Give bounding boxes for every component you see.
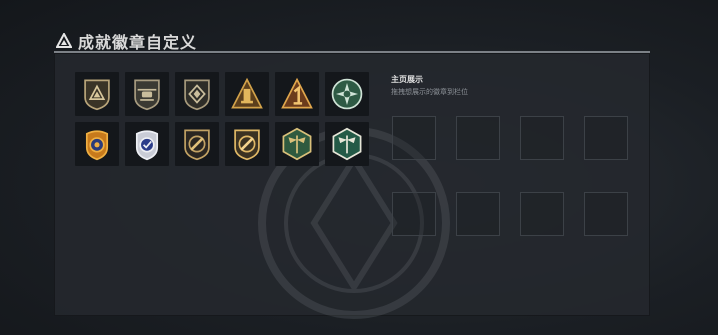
triangle-shield-badge-icon: [84, 79, 110, 111]
badge-slot[interactable]: [275, 122, 319, 166]
green-dragonfly-badge-icon: [282, 127, 312, 161]
gold-blade-shield-badge-icon: [234, 129, 260, 161]
display-slot[interactable]: [520, 116, 564, 160]
homepage-display-title: 主页展示: [391, 75, 423, 84]
badge-slot[interactable]: [175, 72, 219, 116]
badge-slot[interactable]: [125, 122, 169, 166]
badge-slot[interactable]: [75, 122, 119, 166]
tower-pyramid-badge-icon: [231, 77, 263, 109]
badge-slot[interactable]: [325, 72, 369, 116]
triangle-icon: [56, 33, 72, 48]
badge-slot[interactable]: [325, 122, 369, 166]
page-title-text: 成就徽章自定义: [78, 35, 198, 52]
dark-blade-shield-badge-icon: [184, 129, 210, 161]
display-slot[interactable]: [584, 116, 628, 160]
badge-inventory-grid: [75, 72, 369, 166]
diamond-shield-badge-icon: [184, 79, 210, 111]
badge-slot[interactable]: [75, 72, 119, 116]
gold-police-badge-icon: [85, 130, 109, 161]
light-dragonfly-badge-icon: [332, 127, 362, 161]
display-slot[interactable]: [456, 116, 500, 160]
homepage-display-slots: [392, 116, 628, 236]
badge-slot[interactable]: [125, 72, 169, 116]
badge-slot[interactable]: [225, 122, 269, 166]
page-title: 成就徽章自定义: [56, 31, 198, 52]
helicopter-shield-badge-icon: [134, 79, 160, 111]
number-one-pyramid-badge-icon: [281, 77, 313, 109]
display-slot[interactable]: [456, 192, 500, 236]
display-slot[interactable]: [584, 192, 628, 236]
green-cross-medal-badge-icon: [331, 78, 363, 110]
display-slot[interactable]: [520, 192, 564, 236]
display-slot[interactable]: [392, 116, 436, 160]
badge-slot[interactable]: [275, 72, 319, 116]
badge-slot[interactable]: [225, 72, 269, 116]
badge-customize-panel: 主页展示 拖拽想展示的徽章到栏位: [54, 51, 650, 319]
display-slot[interactable]: [392, 192, 436, 236]
badge-slot[interactable]: [175, 122, 219, 166]
drag-hint-text: 拖拽想展示的徽章到栏位: [391, 89, 468, 96]
silver-police-badge-icon: [135, 130, 159, 161]
